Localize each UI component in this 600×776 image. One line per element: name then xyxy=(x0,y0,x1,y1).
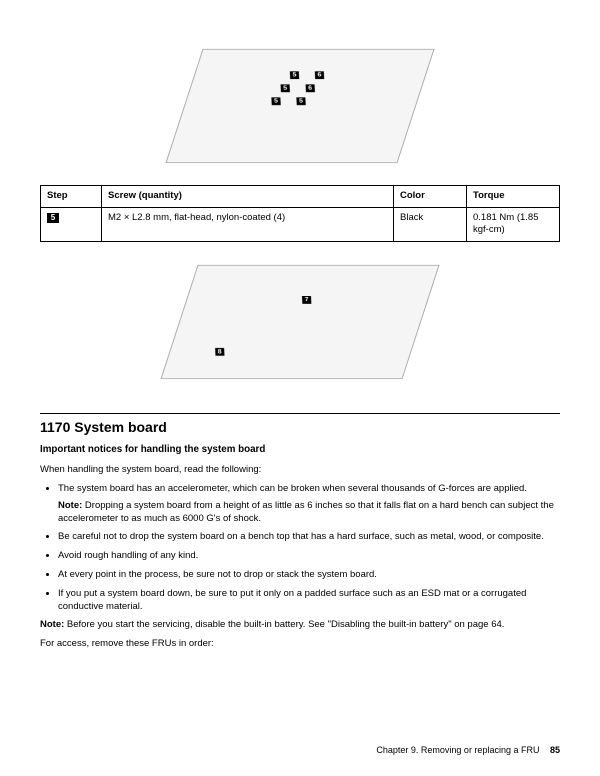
section-title: 1170 System board xyxy=(40,418,560,437)
cell-color: Black xyxy=(394,207,467,242)
system-board-top-illustration: 5 6 6 5 5 5 xyxy=(40,40,560,177)
callout-label: 8 xyxy=(215,348,224,356)
servicing-note: Note: Before you start the servicing, di… xyxy=(40,619,560,632)
col-step: Step xyxy=(41,185,102,207)
page-footer: Chapter 9. Removing or replacing a FRU 8… xyxy=(376,744,560,756)
cell-torque: 0.181 Nm (1.85 kgf-cm) xyxy=(467,207,560,242)
table-row: 5 M2 × L2.8 mm, flat-head, nylon-coated … xyxy=(41,207,560,242)
footer-chapter: Chapter 9. Removing or replacing a FRU xyxy=(376,745,539,755)
callout-label: 5 xyxy=(271,97,280,105)
bullet-note: Note: Dropping a system board from a hei… xyxy=(58,500,560,526)
intro-text: When handling the system board, read the… xyxy=(40,464,560,477)
bullet-text: The system board has an accelerometer, w… xyxy=(58,483,527,494)
callout-label: 5 xyxy=(290,71,299,79)
col-torque: Torque xyxy=(467,185,560,207)
system-board-bottom-illustration: 7 8 xyxy=(40,256,560,393)
callout-label: 5 xyxy=(296,97,305,105)
cell-screw: M2 × L2.8 mm, flat-head, nylon-coated (4… xyxy=(102,207,394,242)
callout-label: 6 xyxy=(306,84,315,92)
section-rule xyxy=(40,413,560,414)
note-label: Note: xyxy=(40,619,64,630)
access-line: For access, remove these FRUs in order: xyxy=(40,638,560,651)
note-label: Note: xyxy=(58,500,82,511)
col-screw: Screw (quantity) xyxy=(102,185,394,207)
callout-label: 5 xyxy=(281,84,290,92)
footer-page-number: 85 xyxy=(550,745,560,755)
step-icon: 5 xyxy=(47,213,59,223)
list-item: Be careful not to drop the system board … xyxy=(58,531,560,544)
list-item: At every point in the process, be sure n… xyxy=(58,569,560,582)
servicing-note-text: Before you start the servicing, disable … xyxy=(67,619,504,630)
note-text: Dropping a system board from a height of… xyxy=(58,500,554,524)
list-item: If you put a system board down, be sure … xyxy=(58,588,560,614)
screw-spec-table: Step Screw (quantity) Color Torque 5 M2 … xyxy=(40,185,560,242)
callout-label: 6 xyxy=(315,71,324,79)
callout-label: 7 xyxy=(302,296,311,304)
list-item: The system board has an accelerometer, w… xyxy=(58,483,560,525)
section-subhead: Important notices for handling the syste… xyxy=(40,443,560,456)
notice-list: The system board has an accelerometer, w… xyxy=(40,483,560,614)
col-color: Color xyxy=(394,185,467,207)
list-item: Avoid rough handling of any kind. xyxy=(58,550,560,563)
